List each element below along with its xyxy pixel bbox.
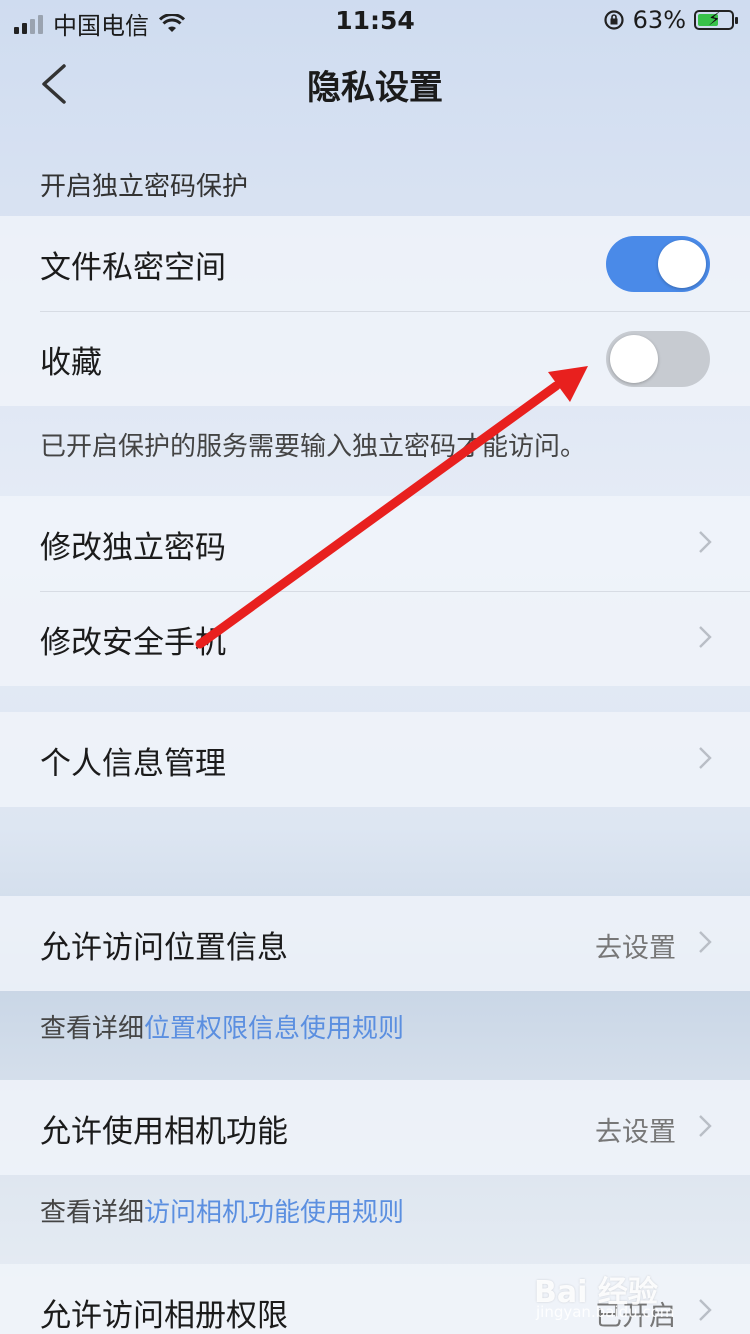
row-label: 个人信息管理 (40, 746, 226, 782)
status-right: 63% ⚡ (603, 6, 738, 34)
personal-info-management-item[interactable]: 个人信息管理 (0, 712, 750, 807)
row-value: 去设置 (595, 933, 676, 964)
row-label: 允许访问位置信息 (40, 930, 288, 966)
chevron-right-icon (699, 747, 712, 769)
page-title: 隐私设置 (307, 68, 443, 108)
nav-bar: 隐私设置 (0, 40, 750, 128)
row-file-private-space: 文件私密空间 (0, 216, 750, 311)
watermark-url: jingyan.baidu.com (536, 1303, 675, 1321)
camera-rules-link[interactable]: 访问相机功能使用规则 (144, 1198, 404, 1228)
rotation-lock-icon (604, 10, 624, 30)
change-security-phone-item[interactable]: 修改安全手机 (0, 591, 750, 686)
row-favorites: 收藏 (0, 311, 750, 406)
section-header-password: 开启独立密码保护 (40, 172, 249, 202)
camera-permission-item[interactable]: 允许使用相机功能 去设置 (0, 1080, 750, 1175)
note-prefix: 查看详细 (40, 1014, 145, 1044)
row-label: 收藏 (40, 345, 102, 381)
row-label: 允许使用相机功能 (40, 1114, 288, 1150)
chevron-right-icon (699, 931, 712, 953)
row-label: 修改安全手机 (40, 625, 226, 661)
file-private-space-toggle[interactable] (606, 236, 710, 292)
location-permission-item[interactable]: 允许访问位置信息 去设置 (0, 896, 750, 991)
location-rules-link[interactable]: 位置权限信息使用规则 (144, 1014, 404, 1044)
chevron-right-icon (699, 531, 712, 553)
chevron-right-icon (699, 1115, 712, 1137)
change-password-item[interactable]: 修改独立密码 (0, 496, 750, 591)
camera-permission-group: 允许使用相机功能 去设置 (0, 1080, 750, 1175)
baidu-jingyan-watermark: Bai 经验 jingyan.baidu.com (534, 1265, 714, 1325)
row-label: 允许访问相册权限 (40, 1298, 288, 1334)
password-manage-group: 修改独立密码 修改安全手机 (0, 496, 750, 686)
personal-info-group: 个人信息管理 (0, 712, 750, 807)
battery-charging-icon: ⚡ (694, 9, 738, 30)
row-label: 修改独立密码 (40, 530, 226, 566)
location-rules-note: 查看详细位置权限信息使用规则 (40, 1008, 404, 1045)
row-value: 去设置 (595, 1117, 676, 1148)
status-bar: 中国电信 11:54 63% ⚡ (0, 0, 750, 40)
favorites-toggle[interactable] (606, 331, 710, 387)
chevron-right-icon (699, 626, 712, 648)
camera-rules-note: 查看详细访问相机功能使用规则 (40, 1192, 404, 1229)
row-label: 文件私密空间 (40, 250, 226, 286)
location-permission-group: 允许访问位置信息 去设置 (0, 896, 750, 991)
battery-percent: 63% (632, 6, 686, 34)
note-prefix: 查看详细 (40, 1198, 145, 1228)
protection-note: 已开启保护的服务需要输入独立密码才能访问。 (40, 432, 587, 462)
password-protection-group: 文件私密空间 收藏 (0, 216, 750, 406)
